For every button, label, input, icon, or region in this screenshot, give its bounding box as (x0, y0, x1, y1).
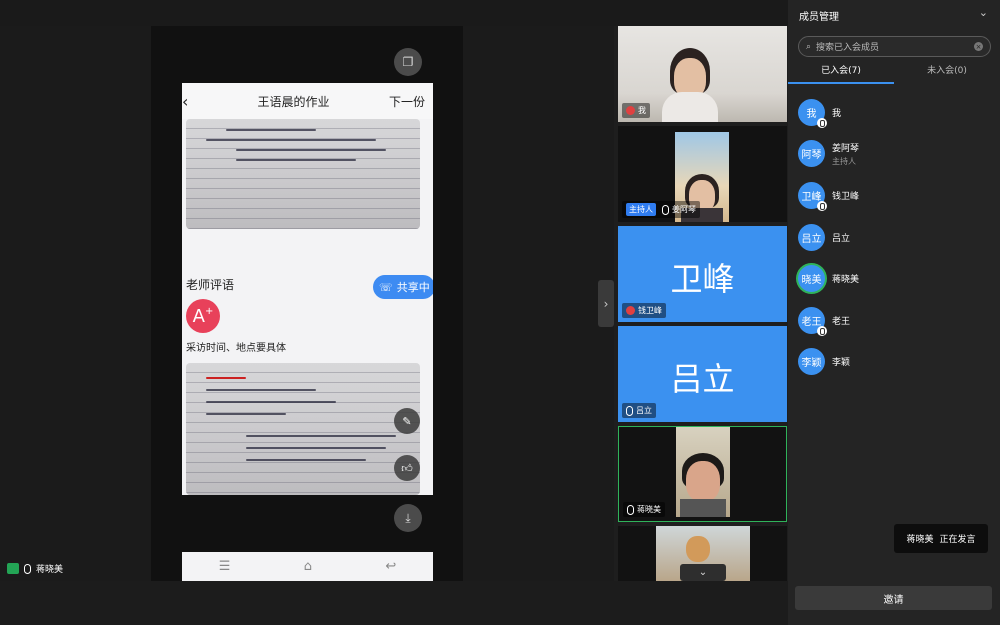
teacher-comment-text: 采访时间、地点要具体 (186, 343, 286, 354)
collapse-video-column-button[interactable]: › (598, 280, 614, 327)
avatar: 卫峰 (798, 182, 827, 211)
video-tile-self[interactable]: 我 (618, 26, 787, 122)
member-item[interactable]: 晓美 蒋晓美 (798, 265, 859, 292)
homework-photo-top[interactable] (186, 119, 420, 229)
sharing-label: 共享中 (396, 281, 430, 294)
phone-nav-bar: ☰ ⌂ ↩ (182, 552, 433, 581)
microphone-icon (662, 204, 669, 215)
member-item[interactable]: 李颖 李颖 (798, 348, 850, 375)
panel-title: 成员管理 (799, 12, 839, 23)
video-tile-lvli[interactable]: 吕立 吕立 (618, 326, 787, 422)
current-speaker-name: 蒋晓美 (36, 565, 64, 575)
tab-joined[interactable]: 已入会(7) (788, 62, 894, 84)
tile-avatar-name: 吕立 (670, 360, 735, 398)
member-role: 主持人 (832, 156, 856, 166)
member-name: 吕立 (832, 234, 851, 244)
mic-muted-icon (817, 201, 827, 211)
video-tile-label: 主持人 姜阿琴 (622, 201, 700, 218)
tile-name: 钱卫峰 (638, 306, 662, 315)
home-icon: ⌂ (303, 559, 312, 574)
homework-photo-bottom[interactable] (186, 363, 420, 495)
next-homework-button[interactable]: 下一份 (389, 93, 425, 110)
avatar: 吕立 (798, 224, 825, 251)
member-name: 钱卫峰 (832, 192, 860, 202)
chevron-down-icon[interactable]: ⌄ (680, 564, 726, 581)
avatar: 我 (798, 99, 827, 128)
current-speaker-label: 蒋晓美 (7, 562, 63, 575)
member-name: 李颖 (832, 358, 851, 368)
member-name: 我 (832, 109, 842, 119)
phone-icon: ☏ (379, 280, 393, 294)
menu-icon: ☰ (218, 559, 231, 574)
grade-suffix: + (204, 305, 214, 317)
download-icon[interactable]: ⤓ (394, 504, 422, 532)
toast-status: 正在发言 (939, 535, 976, 545)
homework-header: ‹ 王语晨的作业 下一份 (182, 83, 433, 119)
mic-muted-icon (817, 118, 827, 128)
search-icon: ⌕ (806, 41, 812, 52)
tile-name: 蒋晓美 (637, 505, 661, 514)
teacher-comment-title: 老师评语 (186, 278, 235, 292)
grade-badge: A + (186, 299, 220, 333)
tile-avatar-name: 卫峰 (670, 260, 735, 298)
thumbs-up-icon[interactable]: 👍︎ (394, 455, 420, 481)
grade-letter: A (192, 305, 205, 327)
member-item[interactable]: 我 我 (798, 99, 842, 128)
avatar: 李颖 (798, 348, 825, 375)
microphone-icon (627, 504, 634, 515)
avatar: 阿琴 (798, 140, 825, 167)
mic-muted-icon (626, 106, 635, 115)
avatar: 晓美 (798, 265, 825, 292)
member-item[interactable]: 阿琴 姜阿琴 主持人 (798, 140, 859, 167)
member-tabs: 已入会(7) 未入会(0) (788, 62, 1000, 84)
mic-muted-icon (626, 306, 635, 315)
video-tile-active-speaker[interactable]: 蒋晓美 (618, 426, 787, 522)
tile-name: 姜阿琴 (672, 205, 696, 214)
tile-name: 吕立 (636, 406, 652, 415)
video-tile-host[interactable]: 主持人 姜阿琴 (618, 126, 787, 222)
bottom-toolbar (0, 581, 788, 625)
screen-share-icon (7, 563, 19, 574)
video-tile-label: 钱卫峰 (622, 303, 666, 318)
toast-speaker-name: 蒋晓美 (906, 535, 934, 545)
homework-title: 王语晨的作业 (257, 94, 330, 109)
microphone-icon (24, 563, 31, 574)
clear-icon[interactable]: × (974, 42, 983, 51)
member-name: 蒋晓美 (832, 275, 860, 285)
chevron-right-icon: › (603, 296, 609, 311)
member-item[interactable]: 卫峰 钱卫峰 (798, 182, 860, 211)
annotate-pen-icon[interactable]: ✎ (394, 408, 420, 434)
video-tile-weifeng[interactable]: 卫峰 钱卫峰 (618, 226, 787, 322)
member-item[interactable]: 吕立 吕立 (798, 224, 850, 251)
avatar: 老王 (798, 307, 827, 336)
tile-name: 我 (638, 106, 646, 115)
host-tag: 主持人 (626, 203, 656, 216)
mic-muted-icon (817, 326, 827, 336)
back-icon: ↩ (385, 559, 397, 574)
shared-phone-screen: ‹ 王语晨的作业 下一份 老师评语 ☏ 共享中 A + 采访时间、地点要具体 (182, 83, 433, 495)
member-name: 姜阿琴 (832, 143, 860, 154)
search-placeholder: 搜索已入会成员 (816, 43, 880, 53)
tab-not-joined[interactable]: 未入会(0) (894, 62, 1000, 84)
microphone-icon (626, 405, 633, 416)
video-tile-label: 我 (622, 103, 650, 118)
top-bar (0, 0, 788, 26)
exit-fullscreen-icon[interactable]: ❐ (394, 48, 422, 76)
sharing-status-button[interactable]: ☏ 共享中 (373, 275, 433, 299)
video-tile-label: 吕立 (622, 403, 656, 418)
video-tile-label: 蒋晓美 (623, 502, 665, 517)
video-tile-column: 我 主持人 姜阿琴 卫峰 钱卫峰 吕立 吕立 蒋晓美 ⌄ (618, 26, 788, 581)
member-search-input[interactable]: ⌕ 搜索已入会成员 × (798, 36, 991, 57)
member-item[interactable]: 老王 老王 (798, 307, 851, 336)
meeting-window: ❐ ‹ 王语晨的作业 下一份 老师评语 ☏ 共享中 A+ 采访时间、地点要具体 (0, 0, 1000, 625)
speaking-toast: 蒋晓美 正在发言 (894, 524, 988, 553)
chevron-left-icon[interactable]: ‹ (182, 92, 198, 111)
invite-button[interactable]: 邀请 (795, 586, 992, 610)
video-tile-partial[interactable]: ⌄ (618, 526, 787, 581)
member-name: 老王 (832, 317, 851, 327)
chevron-down-icon[interactable]: ⌄ (979, 6, 988, 19)
